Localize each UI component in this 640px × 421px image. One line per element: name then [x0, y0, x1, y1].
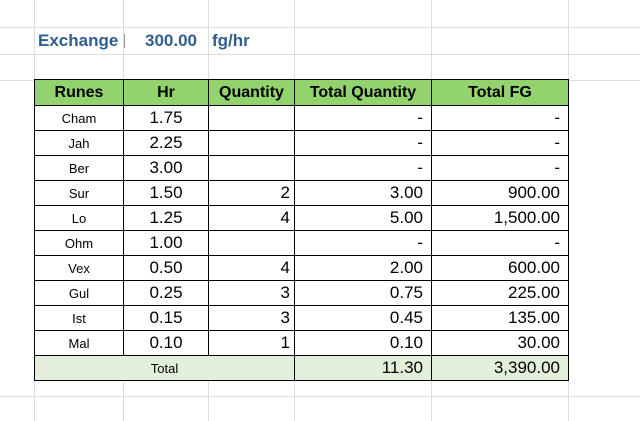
rune-cell[interactable]: Lo	[34, 205, 124, 231]
total-quantity-sum-cell[interactable]: 11.30	[294, 355, 432, 381]
table-row: Jah 2.25 - -	[34, 130, 569, 156]
total-quantity-cell[interactable]: -	[294, 130, 432, 156]
total-fg-cell[interactable]: -	[431, 230, 569, 256]
hr-cell[interactable]: 1.00	[123, 230, 209, 256]
total-quantity-cell[interactable]: 5.00	[294, 205, 432, 231]
quantity-cell[interactable]	[208, 105, 295, 131]
exchange-label[interactable]: Exchange	[38, 31, 118, 51]
quantity-cell[interactable]: 3	[208, 305, 295, 331]
hr-cell[interactable]: 0.15	[123, 305, 209, 331]
total-fg-sum-cell[interactable]: 3,390.00	[431, 355, 569, 381]
quantity-cell[interactable]: 1	[208, 330, 295, 356]
total-fg-cell[interactable]: 1,500.00	[431, 205, 569, 231]
quantity-cell[interactable]: 4	[208, 255, 295, 281]
table-row: Sur 1.50 2 3.00 900.00	[34, 180, 569, 206]
table-header-row: Runes Hr Quantity Total Quantity Total F…	[34, 79, 569, 106]
table-row: Cham 1.75 - -	[34, 105, 569, 131]
hr-cell[interactable]: 3.00	[123, 155, 209, 181]
hr-cell[interactable]: 1.25	[123, 205, 209, 231]
table-row: Ohm 1.00 - -	[34, 230, 569, 256]
total-fg-cell[interactable]: 135.00	[431, 305, 569, 331]
hr-cell[interactable]: 0.25	[123, 280, 209, 306]
total-quantity-cell[interactable]: 0.10	[294, 330, 432, 356]
table-row: Ist 0.15 3 0.45 135.00	[34, 305, 569, 331]
total-row: Total 11.30 3,390.00	[34, 355, 569, 381]
total-quantity-cell[interactable]: 2.00	[294, 255, 432, 281]
rune-cell[interactable]: Ohm	[34, 230, 124, 256]
total-quantity-cell[interactable]: 0.45	[294, 305, 432, 331]
total-quantity-cell[interactable]: 3.00	[294, 180, 432, 206]
rune-cell[interactable]: Jah	[34, 130, 124, 156]
total-fg-cell[interactable]: -	[431, 130, 569, 156]
header-hr[interactable]: Hr	[123, 79, 209, 106]
total-fg-cell[interactable]: 900.00	[431, 180, 569, 206]
rune-cell[interactable]: Sur	[34, 180, 124, 206]
header-total-fg[interactable]: Total FG	[431, 79, 569, 106]
hr-cell[interactable]: 0.10	[123, 330, 209, 356]
exchange-unit[interactable]: fg/hr	[212, 31, 250, 51]
header-total-quantity[interactable]: Total Quantity	[294, 79, 432, 106]
total-quantity-cell[interactable]: -	[294, 155, 432, 181]
total-fg-cell[interactable]: 600.00	[431, 255, 569, 281]
total-fg-cell[interactable]: -	[431, 155, 569, 181]
total-fg-cell[interactable]: -	[431, 105, 569, 131]
table-row: Gul 0.25 3 0.75 225.00	[34, 280, 569, 306]
table-row: Lo 1.25 4 5.00 1,500.00	[34, 205, 569, 231]
rune-cell[interactable]: Ber	[34, 155, 124, 181]
rune-cell[interactable]: Gul	[34, 280, 124, 306]
rune-cell[interactable]: Mal	[34, 330, 124, 356]
rune-cell[interactable]: Cham	[34, 105, 124, 131]
quantity-cell[interactable]: 2	[208, 180, 295, 206]
exchange-value[interactable]: 300.00	[145, 31, 197, 51]
table-row: Vex 0.50 4 2.00 600.00	[34, 255, 569, 281]
total-fg-cell[interactable]: 30.00	[431, 330, 569, 356]
hr-cell[interactable]: 1.75	[123, 105, 209, 131]
quantity-cell[interactable]	[208, 155, 295, 181]
rune-cell[interactable]: Ist	[34, 305, 124, 331]
hr-cell[interactable]: 0.50	[123, 255, 209, 281]
total-quantity-cell[interactable]: -	[294, 105, 432, 131]
header-runes[interactable]: Runes	[34, 79, 124, 106]
total-quantity-cell[interactable]: -	[294, 230, 432, 256]
total-label-cell[interactable]: Total	[34, 355, 295, 381]
hr-cell[interactable]: 2.25	[123, 130, 209, 156]
quantity-cell[interactable]	[208, 230, 295, 256]
hr-cell[interactable]: 1.50	[123, 180, 209, 206]
header-quantity[interactable]: Quantity	[208, 79, 295, 106]
quantity-cell[interactable]: 3	[208, 280, 295, 306]
runes-table: Runes Hr Quantity Total Quantity Total F…	[34, 79, 569, 381]
exchange-divider	[124, 34, 125, 48]
quantity-cell[interactable]	[208, 130, 295, 156]
quantity-cell[interactable]: 4	[208, 205, 295, 231]
total-fg-cell[interactable]: 225.00	[431, 280, 569, 306]
rune-cell[interactable]: Vex	[34, 255, 124, 281]
table-row: Mal 0.10 1 0.10 30.00	[34, 330, 569, 356]
total-quantity-cell[interactable]: 0.75	[294, 280, 432, 306]
table-row: Ber 3.00 - -	[34, 155, 569, 181]
